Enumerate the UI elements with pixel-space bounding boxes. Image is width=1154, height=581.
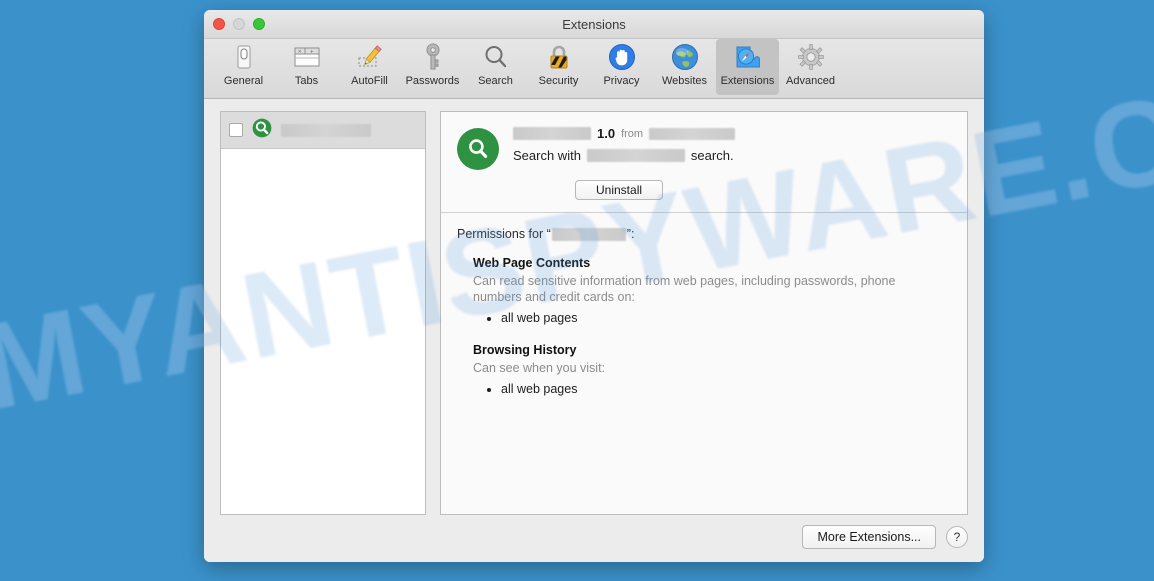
permissions-section: Permissions for “ ”: Web Page Contents C… bbox=[441, 213, 967, 398]
extension-summary-text: 1.0 from Search with search. Uninstall bbox=[513, 126, 951, 200]
permissions-suffix: ”: bbox=[626, 227, 635, 241]
tab-label: Advanced bbox=[786, 75, 835, 87]
extension-detail-pane: 1.0 from Search with search. Uninstall P… bbox=[440, 111, 968, 515]
window-footer: More Extensions... ? bbox=[204, 515, 984, 562]
permission-item: all web pages bbox=[501, 381, 951, 398]
tab-label: Search bbox=[478, 75, 513, 87]
puzzle-icon bbox=[733, 42, 763, 72]
tab-label: Extensions bbox=[720, 75, 775, 87]
tab-websites[interactable]: Websites bbox=[653, 39, 716, 95]
permissions-name-redacted bbox=[551, 227, 626, 241]
description-prefix: Search with bbox=[513, 148, 581, 163]
extension-enabled-checkbox[interactable] bbox=[229, 123, 243, 137]
system-preferences-window: Extensions General × + Tabs AutoFill Pas… bbox=[204, 10, 984, 562]
preferences-toolbar: General × + Tabs AutoFill Passwords Sear… bbox=[204, 39, 984, 99]
tab-security[interactable]: Security bbox=[527, 39, 590, 95]
window-controls bbox=[213, 18, 265, 30]
permission-group-description: Can read sensitive information from web … bbox=[473, 274, 896, 304]
uninstall-button[interactable]: Uninstall bbox=[575, 180, 664, 200]
description-redacted bbox=[586, 149, 685, 162]
general-icon bbox=[229, 42, 259, 72]
tab-label: General bbox=[223, 75, 264, 87]
permission-group-browsing-history: Browsing History Can see when you visit:… bbox=[457, 343, 951, 398]
svg-text:×: × bbox=[298, 50, 302, 56]
permissions-prefix: Permissions for “ bbox=[457, 227, 551, 241]
help-button[interactable]: ? bbox=[946, 526, 968, 548]
green-magnifier-icon bbox=[252, 118, 272, 143]
tab-autofill[interactable]: AutoFill bbox=[338, 39, 401, 95]
extension-version: 1.0 bbox=[597, 126, 616, 141]
permissions-heading: Permissions for “ ”: bbox=[457, 227, 951, 241]
permission-group-items: all web pages bbox=[501, 381, 951, 398]
tab-label: Security bbox=[538, 75, 579, 87]
tab-tabs[interactable]: × + Tabs bbox=[275, 39, 338, 95]
description-suffix: search. bbox=[690, 148, 734, 163]
extension-name-redacted bbox=[281, 123, 371, 137]
key-icon bbox=[418, 42, 448, 72]
extension-title-line: 1.0 from bbox=[513, 126, 951, 141]
permission-group-title: Browsing History bbox=[473, 343, 577, 357]
window-titlebar: Extensions bbox=[204, 10, 984, 39]
minimize-button[interactable] bbox=[233, 18, 245, 30]
tab-general[interactable]: General bbox=[212, 39, 275, 95]
permission-group-web-page-contents: Web Page Contents Can read sensitive inf… bbox=[457, 256, 951, 327]
window-title: Extensions bbox=[562, 17, 626, 32]
tab-label: Privacy bbox=[603, 75, 640, 87]
tab-search[interactable]: Search bbox=[464, 39, 527, 95]
extension-description: Search with search. bbox=[513, 148, 951, 163]
close-button[interactable] bbox=[213, 18, 225, 30]
tabs-icon: × + bbox=[292, 42, 322, 72]
extension-publisher-redacted bbox=[649, 127, 736, 140]
hand-icon bbox=[607, 42, 637, 72]
preferences-content: 1.0 from Search with search. Uninstall P… bbox=[204, 99, 984, 515]
uninstall-row: Uninstall bbox=[513, 180, 951, 200]
lock-icon bbox=[544, 42, 574, 72]
extension-name-redacted bbox=[513, 127, 591, 140]
from-label: from bbox=[621, 127, 644, 140]
tab-label: Websites bbox=[661, 75, 708, 87]
permission-group-items: all web pages bbox=[501, 310, 951, 327]
extension-list-item[interactable] bbox=[221, 112, 425, 149]
tab-extensions[interactable]: Extensions bbox=[716, 39, 779, 95]
tab-privacy[interactable]: Privacy bbox=[590, 39, 653, 95]
extensions-list[interactable] bbox=[220, 111, 426, 515]
svg-text:+: + bbox=[310, 50, 314, 56]
zoom-button[interactable] bbox=[253, 18, 265, 30]
tab-label: Tabs bbox=[294, 75, 319, 87]
permission-item: all web pages bbox=[501, 310, 951, 327]
tab-label: AutoFill bbox=[351, 75, 388, 87]
tab-passwords[interactable]: Passwords bbox=[401, 39, 464, 95]
gear-icon bbox=[796, 42, 826, 72]
globe-icon bbox=[670, 42, 700, 72]
permission-group-description: Can see when you visit: bbox=[473, 361, 606, 375]
more-extensions-button[interactable]: More Extensions... bbox=[802, 525, 936, 549]
tab-advanced[interactable]: Advanced bbox=[779, 39, 842, 95]
magnifier-icon bbox=[481, 42, 511, 72]
permission-group-title: Web Page Contents bbox=[473, 256, 591, 270]
tab-label: Passwords bbox=[405, 75, 460, 87]
green-magnifier-icon bbox=[457, 128, 499, 170]
autofill-icon bbox=[355, 42, 385, 72]
extension-summary: 1.0 from Search with search. Uninstall bbox=[441, 112, 967, 213]
